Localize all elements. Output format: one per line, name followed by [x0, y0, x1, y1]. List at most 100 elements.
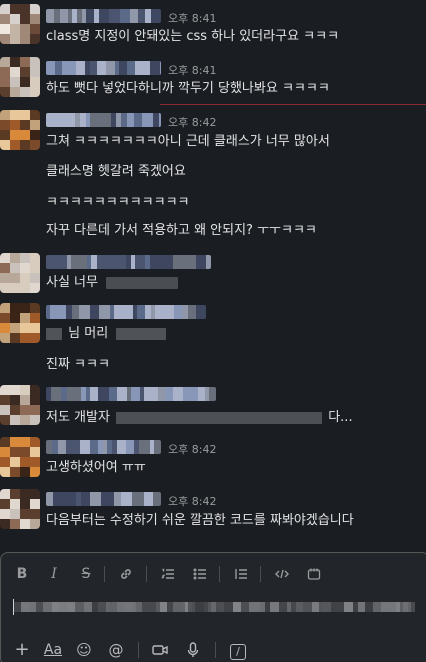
- name-pixel: [90, 440, 98, 454]
- draft-pixel: [312, 602, 319, 612]
- timestamp[interactable]: 오후 8:42: [168, 441, 216, 457]
- code-icon[interactable]: [271, 563, 293, 585]
- draft-pixel: [279, 602, 287, 612]
- name-pixel: [154, 440, 161, 454]
- mention-icon[interactable]: @: [105, 639, 127, 661]
- avatar-pixel: [20, 405, 30, 415]
- sender-name[interactable]: [46, 61, 161, 75]
- draft-pixel: [21, 602, 30, 612]
- composer-actions: + Aa ☺ @ /: [1, 639, 426, 661]
- avatar-pixel: [0, 263, 10, 273]
- message-text: 고생하셨어여 ㅠㅠ: [46, 460, 146, 475]
- formatting-icon[interactable]: Aa: [41, 639, 65, 661]
- avatar-pixel: [30, 67, 40, 77]
- avatar-pixel: [20, 57, 30, 67]
- avatar-pixel: [30, 283, 40, 293]
- sender-name[interactable]: [46, 305, 206, 319]
- name-pixel: [189, 387, 198, 401]
- name-pixel: [151, 9, 161, 23]
- name-pixel: [131, 387, 140, 401]
- sender-name[interactable]: [46, 440, 161, 454]
- sender-name[interactable]: [46, 387, 216, 401]
- name-pixel: [134, 113, 142, 127]
- avatar-pixel: [10, 263, 20, 273]
- name-pixel: [157, 255, 164, 269]
- name-pixel: [164, 255, 173, 269]
- avatar-pixel: [30, 57, 40, 67]
- avatar-pixel: [30, 130, 40, 140]
- timestamp[interactable]: 오후 8:41: [168, 62, 216, 78]
- italic-icon[interactable]: I: [43, 563, 65, 585]
- draft-pixel: [337, 602, 344, 612]
- link-icon[interactable]: [115, 563, 137, 585]
- sender-name[interactable]: [46, 492, 161, 506]
- avatar[interactable]: [0, 110, 40, 150]
- name-pixel: [139, 61, 150, 75]
- avatar-pixel: [30, 313, 40, 323]
- avatar-pixel: [10, 437, 20, 447]
- name-pixel: [165, 387, 173, 401]
- avatar-pixel: [10, 110, 20, 120]
- name-pixel: [119, 61, 127, 75]
- video-icon[interactable]: [149, 639, 171, 661]
- avatar[interactable]: [0, 57, 40, 97]
- draft-pixel: [249, 602, 257, 612]
- avatar-pixel: [30, 273, 40, 283]
- name-pixel: [174, 305, 182, 319]
- slash-shortcut-icon[interactable]: /: [227, 639, 249, 661]
- sender-name[interactable]: [46, 113, 161, 127]
- avatar-pixel: [20, 263, 30, 273]
- name-pixel: [56, 113, 64, 127]
- sender-name[interactable]: [46, 9, 161, 23]
- strikethrough-icon[interactable]: S: [75, 563, 97, 585]
- timestamp[interactable]: 오후 8:42: [168, 114, 216, 130]
- name-pixel: [155, 305, 164, 319]
- sender-name[interactable]: [46, 255, 211, 269]
- message-text: ㅋㅋㅋㅋㅋㅋㅋㅋㅋㅋㅋㅋ: [46, 195, 190, 210]
- name-pixel: [90, 305, 99, 319]
- ordered-list-icon[interactable]: [157, 563, 179, 585]
- avatar-pixel: [10, 34, 20, 44]
- name-pixel: [76, 255, 87, 269]
- avatar-pixel: [0, 313, 10, 323]
- draft-pixel: [411, 602, 415, 612]
- avatar-pixel: [0, 140, 10, 150]
- avatar-pixel: [20, 323, 30, 333]
- timestamp[interactable]: 오후 8:41: [168, 10, 216, 26]
- avatar-pixel: [10, 14, 20, 24]
- name-pixel: [188, 305, 196, 319]
- avatar[interactable]: [0, 437, 40, 477]
- name-pixel: [76, 61, 85, 75]
- microphone-icon[interactable]: [182, 639, 204, 661]
- avatar-pixel: [20, 4, 30, 14]
- message-text: 그쳐 ㅋㅋㅋㅋㅋㅋㅋ아니 근데 클래스가 너무 많아서: [46, 134, 330, 149]
- message-text: 클래스명 헷갈려 죽겠어요: [46, 164, 186, 179]
- avatar-pixel: [0, 395, 10, 405]
- avatar-pixel: [10, 395, 20, 405]
- avatar-pixel: [30, 110, 40, 120]
- avatar[interactable]: [0, 4, 40, 44]
- name-pixel: [46, 9, 54, 23]
- name-pixel: [55, 61, 62, 75]
- avatar[interactable]: [0, 385, 40, 425]
- draft-pixel: [224, 602, 233, 612]
- timestamp[interactable]: 오후 8:42: [168, 493, 216, 509]
- redacted-text: [46, 327, 62, 340]
- name-pixel: [144, 387, 154, 401]
- blockquote-icon[interactable]: [230, 563, 252, 585]
- message-input[interactable]: [13, 599, 426, 615]
- bold-icon[interactable]: B: [11, 563, 33, 585]
- code-block-icon[interactable]: [303, 563, 325, 585]
- avatar-pixel: [10, 303, 20, 313]
- name-pixel: [126, 440, 134, 454]
- avatar-pixel: [0, 405, 10, 415]
- name-pixel: [159, 113, 161, 127]
- avatar[interactable]: [0, 303, 40, 343]
- text-caret: [13, 599, 14, 615]
- bulleted-list-icon[interactable]: [189, 563, 211, 585]
- name-pixel: [115, 255, 122, 269]
- avatar[interactable]: [0, 253, 40, 293]
- emoji-icon[interactable]: ☺: [73, 639, 95, 661]
- avatar[interactable]: [0, 489, 40, 529]
- plus-icon[interactable]: +: [11, 639, 33, 661]
